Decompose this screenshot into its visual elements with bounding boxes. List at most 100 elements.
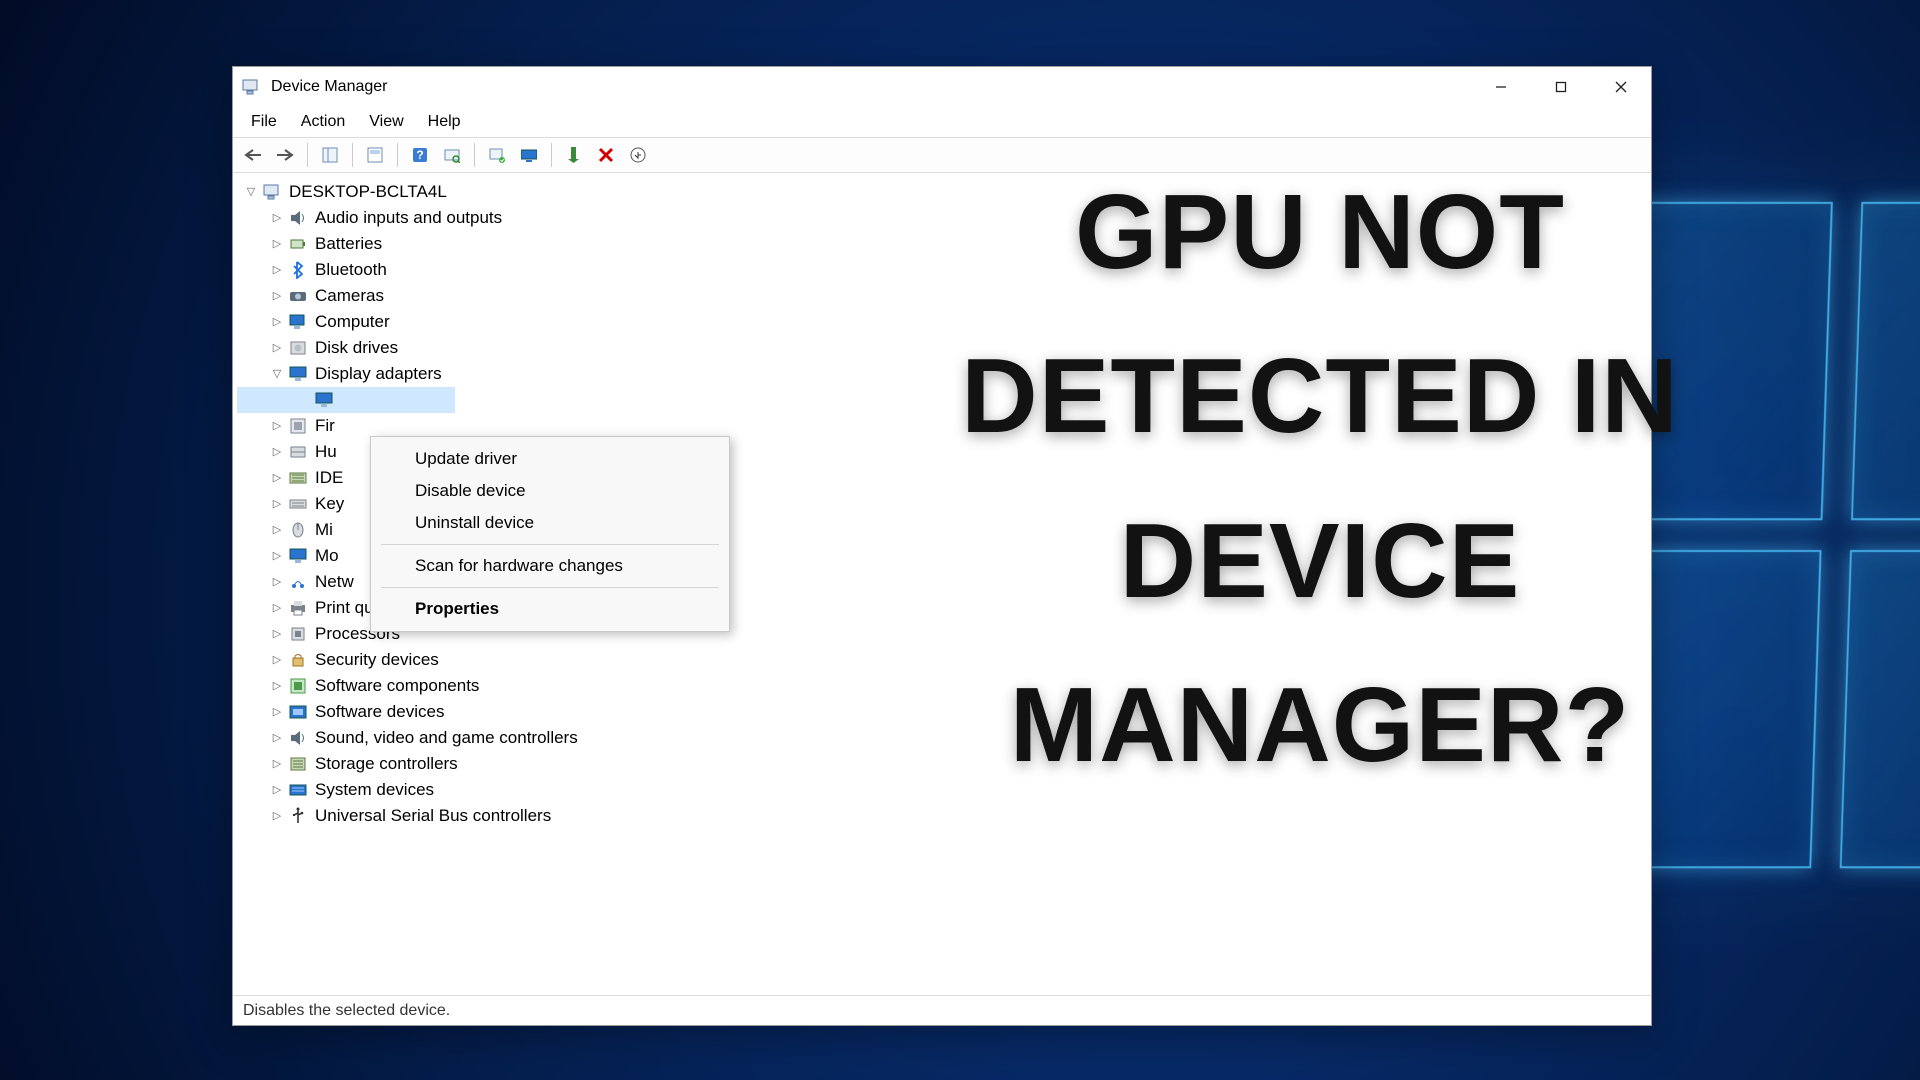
chevron-right-icon[interactable]: ▷ — [267, 231, 287, 257]
chevron-right-icon[interactable]: ▷ — [267, 413, 287, 439]
menu-help[interactable]: Help — [416, 109, 473, 135]
maximize-button[interactable] — [1531, 67, 1591, 107]
tree-item-label: Disk drives — [315, 335, 398, 361]
tree-item[interactable]: ▷Bluetooth — [237, 257, 1643, 283]
toolbar-show-hide-tree-icon[interactable] — [316, 141, 344, 169]
window-title: Device Manager — [271, 78, 388, 96]
close-button[interactable] — [1591, 67, 1651, 107]
chevron-right-icon[interactable]: ▷ — [267, 465, 287, 491]
menu-action[interactable]: Action — [289, 109, 357, 135]
chevron-right-icon[interactable]: ▷ — [267, 257, 287, 283]
tree-item[interactable]: ▷Audio inputs and outputs — [237, 205, 1643, 231]
chevron-right-icon[interactable]: ▷ — [267, 309, 287, 335]
tree-item[interactable]: ▷ Batteries — [237, 231, 1643, 257]
computer-icon — [287, 311, 309, 333]
menu-view[interactable]: View — [357, 109, 415, 135]
toolbar-properties-icon[interactable] — [361, 141, 389, 169]
chevron-right-icon[interactable]: ▷ — [267, 803, 287, 829]
computer-root-icon — [261, 181, 283, 203]
chevron-down-icon[interactable]: ▽ — [241, 179, 261, 205]
chevron-right-icon[interactable]: ▷ — [267, 205, 287, 231]
ide-icon — [287, 467, 309, 489]
tree-item-label — [341, 387, 346, 413]
chevron-down-icon[interactable]: ▽ — [267, 361, 287, 387]
tree-item[interactable]: ▷Cameras — [237, 283, 1643, 309]
chevron-right-icon[interactable]: ▷ — [267, 725, 287, 751]
toolbar-enable-icon[interactable] — [560, 141, 588, 169]
speaker-icon — [287, 207, 309, 229]
minimize-button[interactable] — [1471, 67, 1531, 107]
tree-item-label: Sound, video and game controllers — [315, 725, 578, 751]
chevron-right-icon[interactable]: ▷ — [267, 777, 287, 803]
chevron-right-icon[interactable]: ▷ — [267, 439, 287, 465]
chevron-right-icon[interactable]: ▷ — [267, 283, 287, 309]
toolbar-uninstall-icon[interactable] — [624, 141, 652, 169]
app-icon — [241, 77, 261, 97]
context-menu-item[interactable]: Update driver — [371, 443, 729, 475]
tree-item-label: Software devices — [315, 699, 444, 725]
context-menu-item[interactable]: Uninstall device — [371, 507, 729, 539]
toolbar-scan-hardware-icon[interactable] — [438, 141, 466, 169]
tree-item-label: Display adapters — [315, 361, 442, 387]
camera-icon — [287, 285, 309, 307]
swdev-icon — [287, 701, 309, 723]
tree-item[interactable]: ▷ Universal Serial Bus controllers — [237, 803, 1643, 829]
tree-item-selected[interactable] — [237, 387, 455, 413]
chevron-right-icon[interactable]: ▷ — [267, 647, 287, 673]
tree-item[interactable]: ▷ Disk drives — [237, 335, 1643, 361]
chevron-right-icon[interactable]: ▷ — [267, 595, 287, 621]
tree-item-label: Netw — [315, 569, 354, 595]
context-menu-item[interactable]: Properties — [371, 593, 729, 625]
toolbar-remote-icon[interactable] — [515, 141, 543, 169]
toolbar-back-icon[interactable] — [239, 141, 267, 169]
tree-root-label: DESKTOP-BCLTA4L — [289, 179, 447, 205]
chevron-right-icon[interactable]: ▷ — [267, 335, 287, 361]
battery-icon — [287, 233, 309, 255]
storage-icon — [287, 753, 309, 775]
tree-item-label: Mi — [315, 517, 333, 543]
sound-icon — [287, 727, 309, 749]
menu-file[interactable]: File — [239, 109, 289, 135]
chevron-right-icon[interactable]: ▷ — [267, 751, 287, 777]
tree-item-label: Batteries — [315, 231, 382, 257]
status-text: Disables the selected device. — [243, 1002, 450, 1020]
tree-item[interactable]: ▷ Computer — [237, 309, 1643, 335]
tree-item[interactable]: ▷ Software devices — [237, 699, 1643, 725]
tree-item[interactable]: ▷Storage controllers — [237, 751, 1643, 777]
tree-item[interactable]: ▽ Display adapters — [237, 361, 1643, 387]
keyboard-icon — [287, 493, 309, 515]
tree-item-label: Security devices — [315, 647, 439, 673]
tree-item-label: Hu — [315, 439, 337, 465]
chevron-right-icon[interactable]: ▷ — [267, 673, 287, 699]
tree-item[interactable]: ▷ Security devices — [237, 647, 1643, 673]
chevron-right-icon[interactable]: ▷ — [267, 543, 287, 569]
tree-item[interactable]: ▷ Sound, video and game controllers — [237, 725, 1643, 751]
context-menu-separator — [381, 587, 719, 588]
tree-item[interactable]: ▷System devices — [237, 777, 1643, 803]
context-menu-item[interactable]: Disable device — [371, 475, 729, 507]
chevron-right-icon[interactable]: ▷ — [267, 699, 287, 725]
system-icon — [287, 779, 309, 801]
toolbar-disable-icon[interactable] — [592, 141, 620, 169]
cpu-icon — [287, 623, 309, 645]
toolbar-help-icon[interactable]: ? — [406, 141, 434, 169]
hid-icon — [287, 441, 309, 463]
tree-item[interactable]: ▷Software components — [237, 673, 1643, 699]
toolbar-update-driver-icon[interactable] — [483, 141, 511, 169]
tree-item-label: Universal Serial Bus controllers — [315, 803, 551, 829]
chevron-right-icon[interactable]: ▷ — [267, 517, 287, 543]
svg-text:?: ? — [416, 148, 423, 162]
network-icon — [287, 571, 309, 593]
chevron-right-icon[interactable]: ▷ — [267, 569, 287, 595]
context-menu-item[interactable]: Scan for hardware changes — [371, 550, 729, 582]
chevron-right-icon[interactable]: ▷ — [267, 621, 287, 647]
toolbar-forward-icon[interactable] — [271, 141, 299, 169]
mouse-icon — [287, 519, 309, 541]
tree-item-label: Computer — [315, 309, 390, 335]
monitor-icon — [287, 545, 309, 567]
tree-item-label: Fir — [315, 413, 335, 439]
chevron-right-icon[interactable]: ▷ — [267, 491, 287, 517]
tree-root[interactable]: ▽ DESKTOP-BCLTA4L — [237, 179, 1643, 205]
context-menu: Update driverDisable deviceUninstall dev… — [370, 436, 730, 632]
title-bar[interactable]: Device Manager — [233, 67, 1651, 107]
